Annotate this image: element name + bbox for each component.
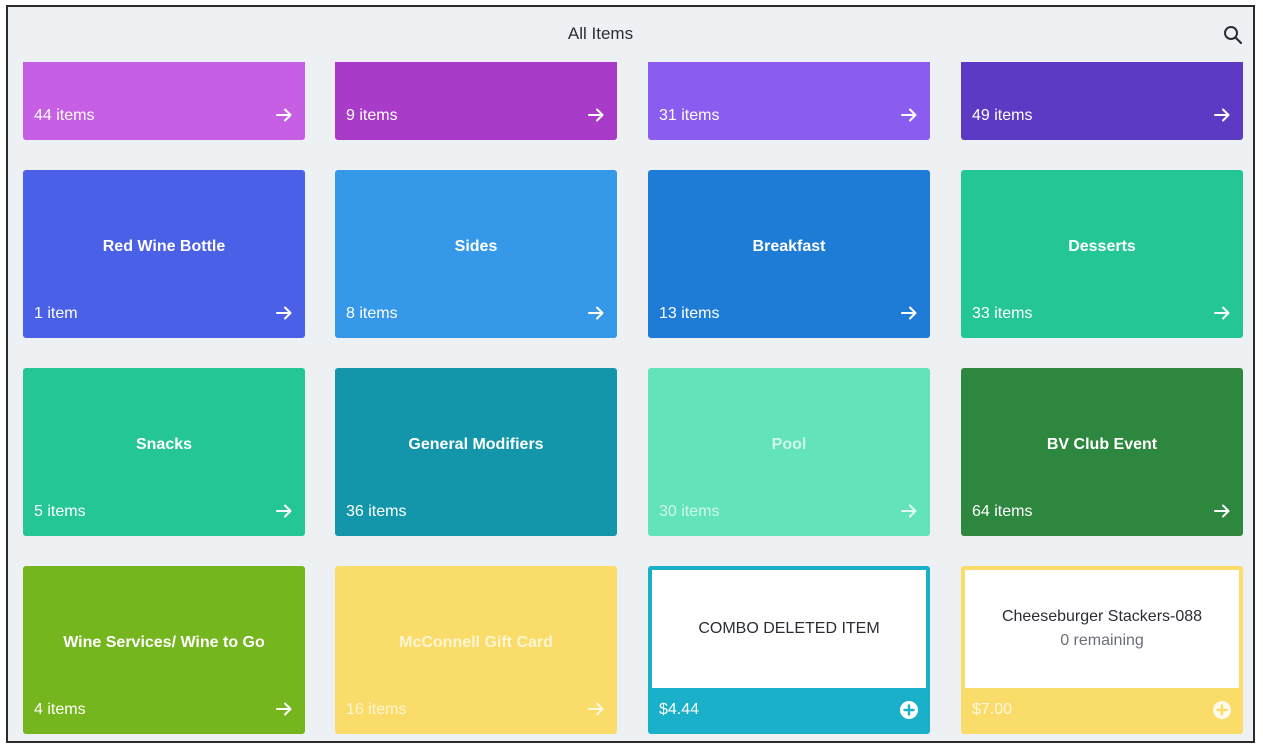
arrow-right-icon bbox=[276, 108, 292, 122]
item-name: Cheeseburger Stackers-088 bbox=[1001, 608, 1203, 625]
page-title: All Items bbox=[567, 24, 634, 43]
category-name: Desserts bbox=[1068, 238, 1136, 255]
category-count: 36 items bbox=[346, 503, 407, 520]
arrow-right-icon bbox=[1214, 504, 1230, 518]
item-price: $4.44 bbox=[659, 701, 700, 718]
category-grid: 44 items 9 items 31 items 49 items Red W… bbox=[8, 7, 1253, 741]
category-name: Sides bbox=[454, 238, 498, 255]
search-icon[interactable] bbox=[1221, 23, 1245, 47]
category-count: 44 items bbox=[34, 107, 95, 124]
item-remaining: 0 remaining bbox=[1060, 632, 1144, 649]
category-name: Pool bbox=[771, 436, 807, 453]
item-name: COMBO DELETED ITEM bbox=[698, 620, 880, 637]
app-window: 44 items 9 items 31 items 49 items Red W… bbox=[6, 5, 1255, 743]
arrow-right-icon bbox=[1214, 108, 1230, 122]
category-count: 30 items bbox=[659, 503, 720, 520]
top-bar: All Items bbox=[8, 7, 1253, 62]
arrow-right-icon bbox=[276, 306, 292, 320]
item-tile[interactable]: COMBO DELETED ITEM $4.44 bbox=[648, 566, 930, 734]
category-count: 33 items bbox=[972, 305, 1033, 322]
item-price: $7.00 bbox=[972, 701, 1013, 718]
category-count: 1 item bbox=[34, 305, 78, 322]
category-name: Wine Services/ Wine to Go bbox=[63, 634, 265, 651]
add-icon[interactable] bbox=[899, 700, 919, 720]
category-tile[interactable]: Sides 8 items bbox=[335, 170, 617, 338]
add-icon[interactable] bbox=[1212, 700, 1232, 720]
arrow-right-icon bbox=[276, 702, 292, 716]
category-tile[interactable]: Desserts 33 items bbox=[961, 170, 1243, 338]
category-tile[interactable]: Red Wine Bottle 1 item bbox=[23, 170, 305, 338]
category-tile[interactable]: General Modifiers 36 items bbox=[335, 368, 617, 536]
category-name: Red Wine Bottle bbox=[102, 238, 226, 255]
category-tile[interactable]: McConnell Gift Card 16 items bbox=[335, 566, 617, 734]
category-name: BV Club Event bbox=[1046, 436, 1158, 453]
arrow-right-icon bbox=[588, 108, 604, 122]
arrow-right-icon bbox=[276, 504, 292, 518]
arrow-right-icon bbox=[588, 306, 604, 320]
category-name: Snacks bbox=[135, 436, 193, 453]
item-card-body: Cheeseburger Stackers-088 0 remaining bbox=[965, 570, 1239, 688]
category-count: 16 items bbox=[346, 701, 407, 718]
item-card-body: COMBO DELETED ITEM bbox=[652, 570, 926, 688]
category-tile[interactable]: Pool 30 items bbox=[648, 368, 930, 536]
category-count: 49 items bbox=[972, 107, 1033, 124]
category-tile[interactable]: Breakfast 13 items bbox=[648, 170, 930, 338]
category-name: McConnell Gift Card bbox=[399, 634, 553, 651]
category-count: 64 items bbox=[972, 503, 1033, 520]
arrow-right-icon bbox=[901, 306, 917, 320]
arrow-right-icon bbox=[901, 504, 917, 518]
arrow-right-icon bbox=[901, 108, 917, 122]
category-count: 31 items bbox=[659, 107, 720, 124]
category-count: 5 items bbox=[34, 503, 86, 520]
category-tile[interactable]: Snacks 5 items bbox=[23, 368, 305, 536]
category-tile[interactable]: BV Club Event 64 items bbox=[961, 368, 1243, 536]
category-count: 9 items bbox=[346, 107, 398, 124]
arrow-right-icon bbox=[588, 702, 604, 716]
category-count: 8 items bbox=[346, 305, 398, 322]
category-count: 13 items bbox=[659, 305, 720, 322]
category-count: 4 items bbox=[34, 701, 86, 718]
item-tile[interactable]: Cheeseburger Stackers-088 0 remaining $7… bbox=[961, 566, 1243, 734]
category-name: Breakfast bbox=[752, 238, 826, 255]
category-name: General Modifiers bbox=[408, 436, 544, 453]
category-tile[interactable]: Wine Services/ Wine to Go 4 items bbox=[23, 566, 305, 734]
arrow-right-icon bbox=[1214, 306, 1230, 320]
